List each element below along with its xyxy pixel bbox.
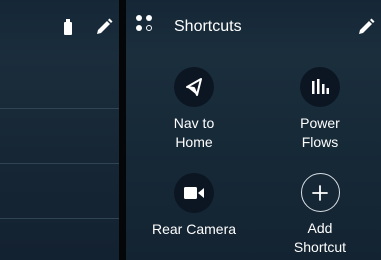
shortcut-power-flows[interactable]: Power Flows	[265, 67, 375, 152]
plus-icon	[300, 173, 340, 212]
panel-divider	[119, 0, 126, 260]
left-panel-header	[0, 0, 119, 54]
shortcuts-header: Shortcuts	[126, 0, 381, 54]
shortcut-label: Nav to Home	[173, 115, 215, 150]
video-camera-icon	[174, 173, 214, 213]
shortcut-rear-camera[interactable]: Rear Camera	[139, 173, 249, 239]
navigation-arrow-icon	[174, 67, 214, 107]
shortcut-label: Add Shortcut	[293, 220, 347, 255]
battery-icon	[64, 19, 72, 35]
list-divider	[0, 108, 119, 109]
list-divider	[0, 218, 119, 219]
apps-grid-icon[interactable]	[136, 15, 156, 35]
bar-chart-icon	[300, 67, 340, 107]
shortcuts-panel: Shortcuts Nav to Home Power Flows Rear C…	[126, 0, 381, 260]
shortcut-nav-to-home[interactable]: Nav to Home	[139, 67, 249, 152]
pencil-icon[interactable]	[356, 17, 376, 37]
shortcut-label: Power Flows	[300, 115, 340, 150]
list-divider	[0, 163, 119, 164]
shortcut-add-shortcut[interactable]: Add Shortcut	[265, 173, 375, 257]
left-panel	[0, 0, 119, 260]
page-title: Shortcuts	[174, 18, 242, 35]
pencil-icon[interactable]	[94, 17, 114, 37]
shortcut-label: Rear Camera	[151, 221, 237, 237]
